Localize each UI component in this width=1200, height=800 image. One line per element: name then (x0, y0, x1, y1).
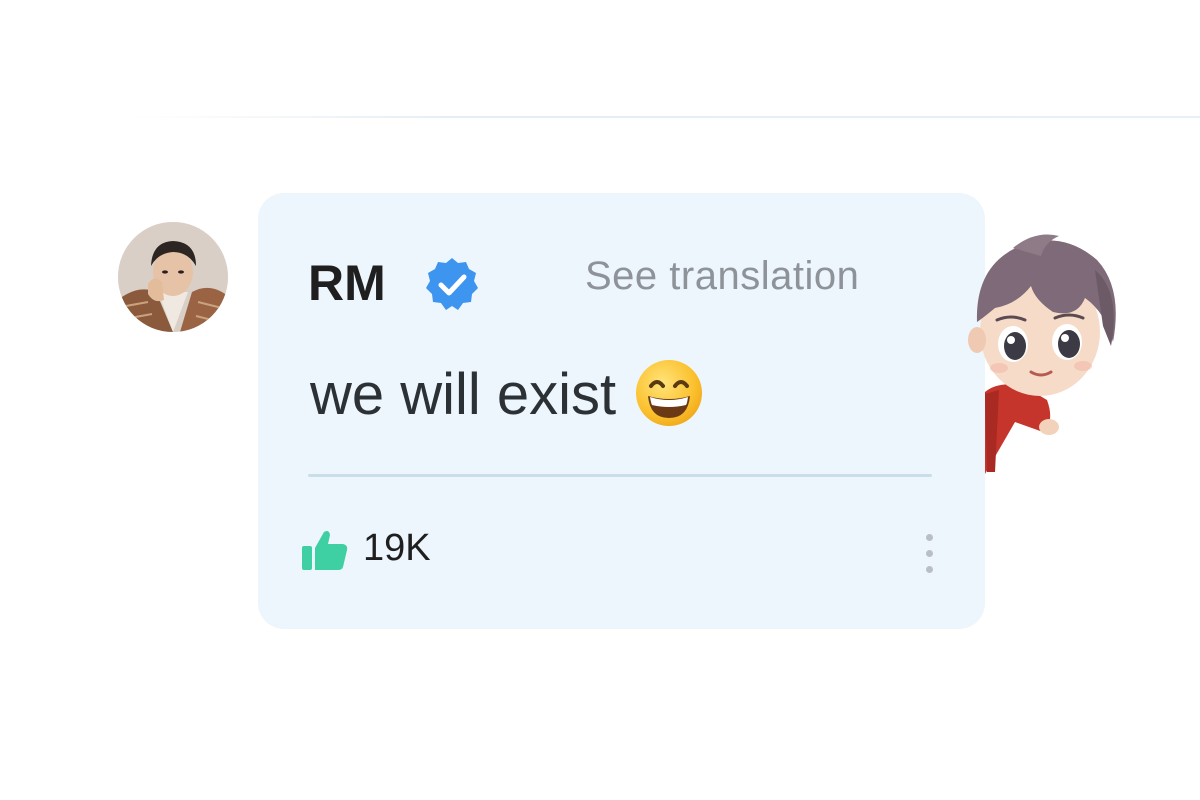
thumbs-up-icon[interactable] (301, 528, 349, 572)
more-options-button[interactable] (914, 530, 944, 578)
chibi-character-sticker (968, 234, 1116, 474)
avatar[interactable] (118, 222, 228, 332)
like-count: 19K (363, 527, 431, 569)
comment-bubble: RM See translation we will exist 19K (258, 193, 985, 629)
verified-badge-icon (426, 258, 478, 310)
comment-text: we will exist (310, 358, 704, 428)
avatar-photo (118, 222, 228, 332)
header-divider (130, 116, 1200, 118)
username[interactable]: RM (308, 253, 386, 313)
grinning-face-emoji-icon (636, 360, 703, 426)
see-translation-link[interactable]: See translation (585, 251, 859, 301)
more-dot-icon (926, 550, 933, 557)
more-dot-icon (926, 534, 933, 541)
more-dot-icon (926, 566, 933, 573)
comment-screen: RM See translation we will exist 19K (0, 0, 1200, 800)
comment-text-content: we will exist (310, 362, 617, 427)
comment-divider (308, 474, 932, 477)
